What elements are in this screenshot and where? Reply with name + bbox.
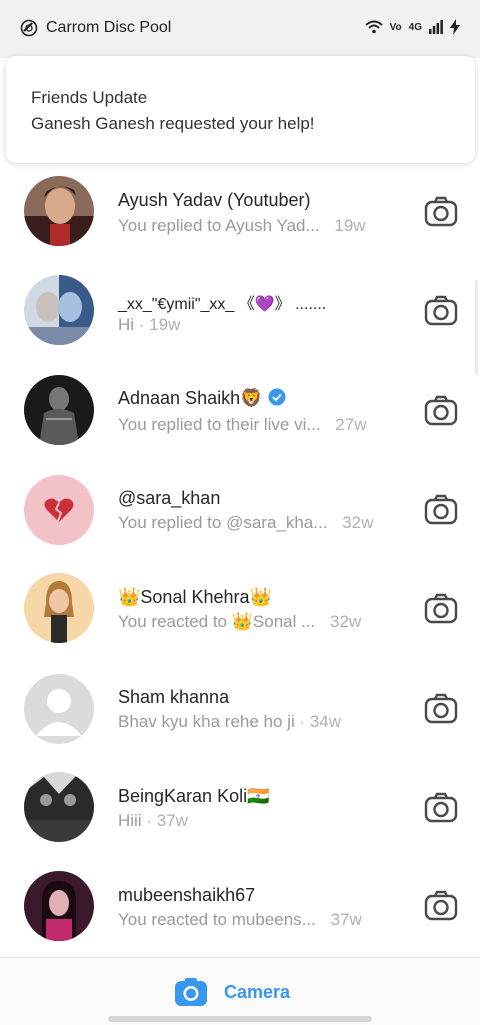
conversation-time: 27w [335, 415, 367, 434]
network-type: 4G [408, 21, 422, 33]
conversation-time: 37w [330, 910, 362, 929]
conversation-name: _xx_"€ymii"_xx_ 《💜》 ....... [118, 296, 327, 313]
conversation-preview: You reacted to mubeens... [118, 910, 316, 929]
conversation-preview-line: You replied to @sara_kha... 32w [118, 513, 373, 533]
avatar[interactable] [24, 674, 94, 744]
conversation-name: Ayush Yadav (Youtuber) [118, 190, 311, 210]
list-item[interactable]: 👑Sonal Khehra👑 You reacted to 👑Sonal ...… [0, 560, 480, 660]
status-app-name: Carrom Disc Pool [46, 19, 172, 36]
camera-icon[interactable] [423, 393, 459, 429]
camera-icon[interactable] [423, 790, 459, 826]
camera-icon[interactable] [423, 591, 459, 627]
conversation-name: Adnaan Shaikh🦁 [118, 388, 263, 408]
conversation-preview-line: Bhav kyu kha rehe ho ji · 34w [118, 712, 342, 731]
camera-icon[interactable] [423, 691, 459, 727]
conversation-preview: You replied to @sara_kha... [118, 513, 328, 532]
carrom-app-icon [20, 19, 38, 37]
avatar[interactable] [24, 475, 94, 545]
conversation-preview: You reacted to 👑Sonal ... [118, 612, 316, 631]
home-indicator [108, 1016, 372, 1022]
conversation-preview: You replied to Ayush Yad... [118, 216, 320, 235]
conversation-preview-line: You replied to their live vi... 27w [118, 415, 366, 435]
conversation-preview-line: Hiii · 37w [118, 811, 188, 830]
status-bar: Carrom Disc Pool Vo 4G [0, 0, 480, 58]
conversation-preview: Hi [118, 315, 135, 334]
camera-icon[interactable] [423, 194, 459, 230]
conversation-time: 34w [309, 712, 342, 731]
conversation-time: 19w [149, 315, 181, 334]
camera-icon[interactable] [423, 492, 459, 528]
conversation-preview: Bhav kyu kha rehe ho ji [118, 712, 295, 731]
signal-icon [429, 20, 443, 34]
avatar[interactable] [24, 375, 94, 445]
conversation-preview-line: You reacted to 👑Sonal ... 32w [118, 612, 361, 632]
list-item[interactable]: Sham khanna Bhav kyu kha rehe ho ji · 34… [0, 660, 480, 759]
camera-icon[interactable] [423, 888, 459, 924]
list-item[interactable]: mubeenshaikh67 You reacted to mubeens...… [0, 859, 480, 958]
camera-icon[interactable] [423, 293, 459, 329]
avatar[interactable] [24, 772, 94, 842]
conversation-name: Sham khanna [118, 687, 230, 707]
list-item[interactable]: Adnaan Shaikh🦁 You replied to their live… [0, 361, 480, 461]
notification-banner[interactable]: Friends Update Ganesh Ganesh requested y… [6, 56, 475, 163]
list-item[interactable]: Ayush Yadav (Youtuber) You replied to Ay… [0, 162, 480, 261]
avatar[interactable] [24, 871, 94, 941]
conversation-time: 32w [342, 513, 374, 532]
conversation-preview: Hiii [118, 811, 142, 830]
list-item[interactable]: _xx_"€ymii"_xx_ 《💜》 ....... Hi · 19w [0, 261, 480, 361]
conversation-name: 👑Sonal Khehra👑 [118, 587, 272, 607]
conversation-name: BeingKaran Koli🇮🇳 [118, 786, 270, 806]
conversation-time: 37w [156, 811, 188, 830]
conversation-name: mubeenshaikh67 [118, 885, 256, 905]
conversation-preview: You replied to their live vi... [118, 415, 321, 434]
conversation-time: 32w [330, 612, 362, 631]
camera-icon[interactable] [175, 978, 207, 1006]
avatar[interactable] [24, 176, 94, 246]
camera-button-label[interactable]: Camera [224, 982, 290, 1003]
notification-title: Friends Update [31, 88, 148, 107]
scrollbar[interactable] [475, 280, 478, 375]
notification-body: Ganesh Ganesh requested your help! [31, 114, 315, 133]
conversation-list: Ayush Yadav (Youtuber) You replied to Ay… [0, 162, 480, 958]
avatar[interactable] [24, 275, 94, 345]
conversation-preview-line: Hi · 19w [118, 315, 181, 334]
conversation-preview-line: You reacted to mubeens... 37w [118, 910, 362, 930]
verified-badge-icon [268, 388, 286, 406]
conversation-name-line: Adnaan Shaikh🦁 [118, 388, 286, 409]
battery-charging-icon [450, 19, 460, 35]
conversation-name: @sara_khan [118, 488, 221, 508]
conversation-time: 19w [334, 216, 366, 235]
list-item[interactable]: @sara_khan You replied to @sara_kha... 3… [0, 461, 480, 560]
list-item[interactable]: BeingKaran Koli🇮🇳 Hiii · 37w [0, 759, 480, 859]
volte-icon: Vo [389, 21, 402, 33]
wifi-icon [364, 20, 383, 34]
bottom-camera-bar[interactable]: Camera [0, 957, 480, 1025]
conversation-preview-line: You replied to Ayush Yad... 19w [118, 216, 366, 236]
avatar[interactable] [24, 573, 94, 643]
